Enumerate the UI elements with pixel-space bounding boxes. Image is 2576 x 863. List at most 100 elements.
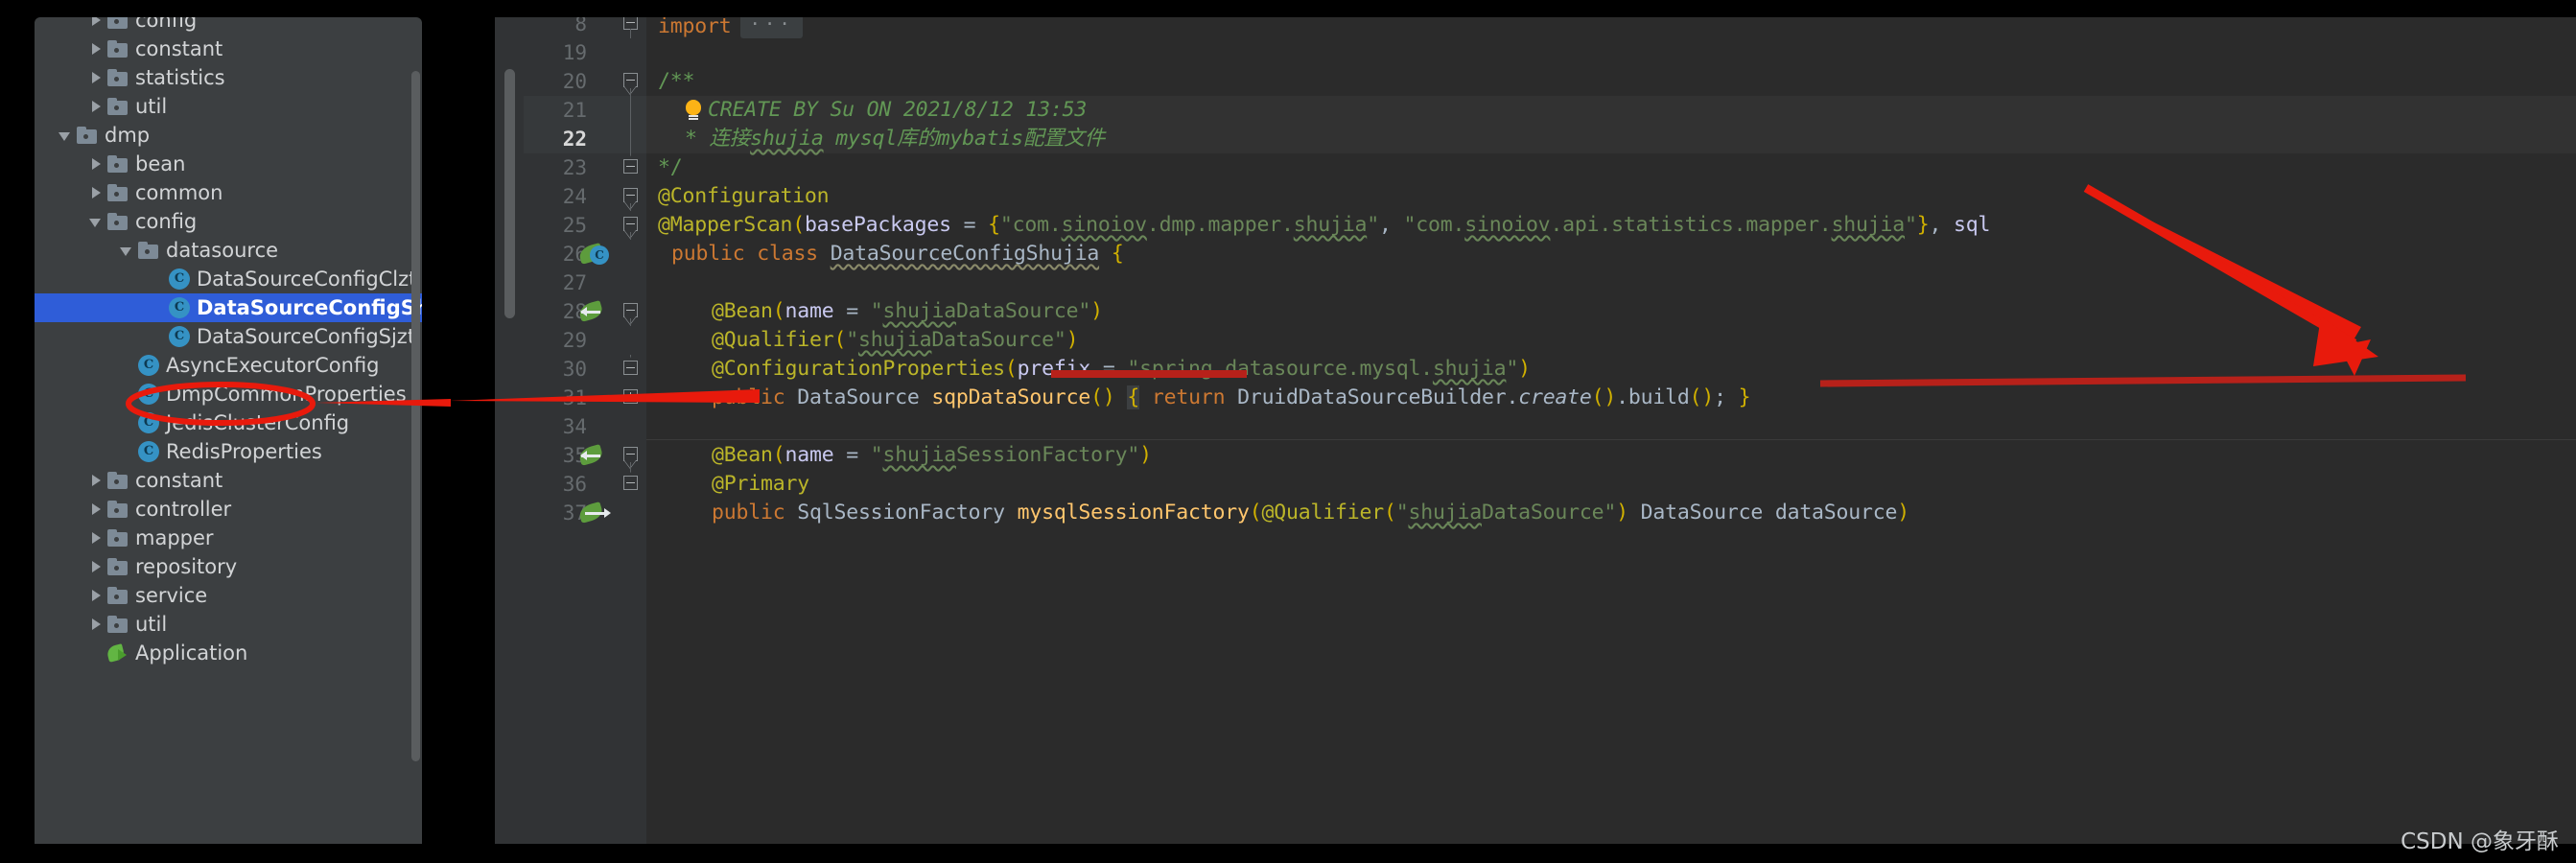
code-line[interactable] xyxy=(646,268,2576,297)
code-fold-marker[interactable] xyxy=(620,355,641,384)
tree-item-datasourceconfigshujia[interactable]: C DataSourceConfigShujia xyxy=(35,293,422,322)
code-fold-marker[interactable] xyxy=(620,17,641,38)
folder-icon xyxy=(77,127,98,144)
chevron-right-icon[interactable] xyxy=(86,153,107,175)
java-class-icon: C xyxy=(138,441,159,462)
collapsed-imports[interactable]: ··· xyxy=(740,17,803,38)
folder-icon xyxy=(107,17,129,29)
tree-item-constant[interactable]: constant xyxy=(35,35,422,63)
tree-item-jedisclusterconfig[interactable]: C JedisClusterConfig xyxy=(35,408,422,437)
code-line[interactable]: public class DataSourceConfigShujia { xyxy=(646,240,2576,268)
code-line[interactable] xyxy=(646,38,2576,67)
code-fold-marker[interactable] xyxy=(620,153,641,182)
chevron-right-icon[interactable] xyxy=(86,527,107,548)
tree-item-util[interactable]: util xyxy=(35,610,422,639)
chevron-down-icon[interactable] xyxy=(86,211,107,232)
tree-item-constant[interactable]: constant xyxy=(35,466,422,495)
code-line[interactable]: import ··· xyxy=(646,17,2576,38)
code-fold-marker[interactable] xyxy=(620,67,641,96)
tree-item-repository[interactable]: repository xyxy=(35,552,422,581)
code-line[interactable]: @MapperScan(basePackages = {"com.sinoiov… xyxy=(646,211,2576,240)
tree-item-bean[interactable]: bean xyxy=(35,150,422,178)
line-number: 29 xyxy=(562,329,587,352)
code-editor-panel[interactable]: 8 19 20 21 22 23 24 25 26 C 27 28 29 30 31 34 35 36 37 imp… xyxy=(495,17,2576,844)
tree-item-dmpcommonproperties[interactable]: C DmpCommonProperties xyxy=(35,380,422,408)
spring-bean-arrow-left-icon[interactable] xyxy=(577,443,610,468)
chevron-down-icon[interactable] xyxy=(56,125,77,146)
tree-item-datasourceconfigsjzt[interactable]: C DataSourceConfigSjzt xyxy=(35,322,422,351)
java-class-icon: C xyxy=(169,297,190,318)
project-tree-panel[interactable]: config constant statistics util dmp bean commo… xyxy=(35,17,422,844)
chevron-right-icon[interactable] xyxy=(86,556,107,577)
code-fold-marker[interactable] xyxy=(620,211,641,240)
tree-item-label: util xyxy=(135,613,168,636)
no-arrow-spacer xyxy=(148,326,169,347)
code-line[interactable]: @Configuration xyxy=(646,182,2576,211)
spring-bean-class-icon[interactable]: C xyxy=(577,242,610,267)
code-line[interactable]: public SqlSessionFactory mysqlSessionFac… xyxy=(646,499,2576,527)
chevron-right-icon[interactable] xyxy=(86,614,107,635)
code-line[interactable]: @Bean(name = "shujiaSessionFactory") xyxy=(646,441,2576,470)
tree-item-application[interactable]: Application xyxy=(35,639,422,667)
tree-item-redisproperties[interactable]: C RedisProperties xyxy=(35,437,422,466)
spring-bean-arrow-left-icon[interactable] xyxy=(577,299,610,324)
folder-icon xyxy=(138,242,159,259)
tree-item-datasource[interactable]: datasource xyxy=(35,236,422,265)
tree-item-util[interactable]: util xyxy=(35,92,422,121)
intention-bulb-icon[interactable] xyxy=(685,100,702,121)
code-fold-marker[interactable] xyxy=(620,96,641,125)
chevron-right-icon[interactable] xyxy=(86,67,107,88)
chevron-right-icon[interactable] xyxy=(86,182,107,203)
chevron-down-icon[interactable] xyxy=(117,240,138,261)
tree-item-datasourceconfigclzt[interactable]: C DataSourceConfigClzt xyxy=(35,265,422,293)
code-fold-marker[interactable] xyxy=(620,182,641,211)
folder-icon xyxy=(107,558,129,575)
line-number-gutter[interactable]: 8 19 20 21 22 23 24 25 26 C 27 28 29 30 31 34 35 36 37 xyxy=(524,17,646,844)
code-line[interactable]: @ConfigurationProperties(prefix = "sprin… xyxy=(646,355,2576,384)
tree-item-label: repository xyxy=(135,555,238,578)
code-line[interactable]: public DataSource sqpDataSource() { retu… xyxy=(646,384,2576,412)
chevron-right-icon[interactable] xyxy=(86,17,107,31)
tree-item-mapper[interactable]: mapper xyxy=(35,524,422,552)
code-line[interactable] xyxy=(646,412,2576,441)
code-line[interactable]: */ xyxy=(646,153,2576,182)
code-fold-marker[interactable] xyxy=(620,441,641,470)
line-number: 31 xyxy=(562,386,587,409)
java-class-icon: C xyxy=(169,268,190,290)
tree-item-common[interactable]: common xyxy=(35,178,422,207)
chevron-right-icon[interactable] xyxy=(86,38,107,59)
tree-item-label: dmp xyxy=(105,124,151,147)
tree-item-service[interactable]: service xyxy=(35,581,422,610)
folder-icon xyxy=(107,69,129,86)
folder-icon xyxy=(107,616,129,633)
tree-item-asyncexecutorconfig[interactable]: C AsyncExecutorConfig xyxy=(35,351,422,380)
chevron-right-icon[interactable] xyxy=(86,470,107,491)
chevron-right-icon[interactable] xyxy=(86,96,107,117)
code-fold-marker[interactable] xyxy=(620,125,641,153)
tree-item-config[interactable]: config xyxy=(35,207,422,236)
code-line[interactable]: /** xyxy=(646,67,2576,96)
code-line[interactable]: @Qualifier("shujiaDataSource") xyxy=(646,326,2576,355)
folder-icon xyxy=(107,184,129,201)
sidebar-scrollbar[interactable] xyxy=(411,71,420,761)
code-fold-marker[interactable] xyxy=(620,384,641,412)
code-fold-marker[interactable] xyxy=(620,297,641,326)
tree-item-label: DataSourceConfigSjzt xyxy=(197,325,416,348)
chevron-right-icon[interactable] xyxy=(86,499,107,520)
spring-bean-arrow-right-icon[interactable] xyxy=(577,501,611,525)
code-content-area[interactable]: import ··· /** CREATE BY Su ON 2021/8/12 13… xyxy=(646,17,2576,844)
code-fold-marker[interactable] xyxy=(620,470,641,499)
tree-item-dmp[interactable]: dmp xyxy=(35,121,422,150)
code-line[interactable]: @Bean(name = "shujiaDataSource") xyxy=(646,297,2576,326)
chevron-right-icon[interactable] xyxy=(86,585,107,606)
tree-item-controller[interactable]: controller xyxy=(35,495,422,524)
code-line[interactable]: * 连接shujia mysql库的mybatis配置文件 xyxy=(646,125,2576,153)
tree-item-config[interactable]: config xyxy=(35,17,422,35)
tree-item-statistics[interactable]: statistics xyxy=(35,63,422,92)
code-line[interactable]: CREATE BY Su ON 2021/8/12 13:53 xyxy=(646,96,2576,125)
editor-vertical-scrollbar[interactable] xyxy=(504,69,515,318)
folder-icon xyxy=(107,587,129,604)
java-class-icon: C xyxy=(169,326,190,347)
code-line[interactable]: @Primary xyxy=(646,470,2576,499)
no-arrow-spacer xyxy=(117,412,138,433)
